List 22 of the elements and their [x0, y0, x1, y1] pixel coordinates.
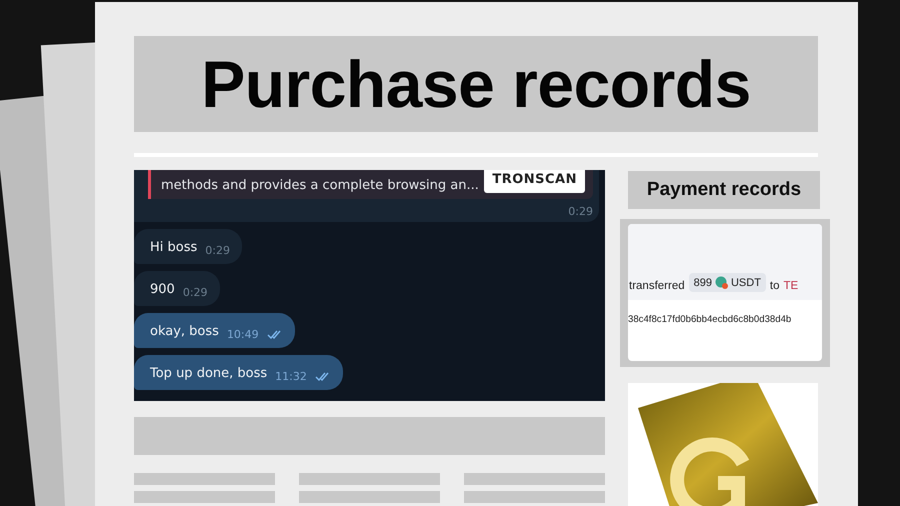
message-text: okay, boss — [150, 324, 219, 339]
double-check-icon — [314, 371, 331, 381]
to-label: to — [770, 280, 780, 292]
message-time: 11:32 — [275, 370, 307, 383]
transfer-label: transferred — [629, 280, 685, 292]
message-time: 0:29 — [205, 244, 230, 257]
preview-text: methods and provides a complete browsing an... — [161, 178, 479, 193]
double-check-icon — [266, 329, 283, 339]
headline: Purchase records — [134, 36, 818, 132]
message-time: 0:29 — [182, 286, 208, 299]
message-time: 0:29 — [568, 205, 593, 218]
site-logo: TRONSCAN — [484, 170, 585, 193]
message-time: 10:49 — [226, 328, 259, 341]
message-text: Hi boss — [150, 240, 198, 255]
section-title: Payment records — [628, 171, 820, 209]
transaction-hash: 38c4f8c17fd0b6bb4ecbd6c8b0d38d4b — [628, 314, 792, 325]
amount-text: 899 — [694, 276, 712, 288]
recipient-address: TE — [784, 280, 798, 292]
message-text: Top up done, boss — [150, 366, 268, 381]
message-text: 900 — [150, 282, 175, 297]
token-text: USDT — [730, 276, 761, 288]
token-icon — [714, 276, 728, 289]
